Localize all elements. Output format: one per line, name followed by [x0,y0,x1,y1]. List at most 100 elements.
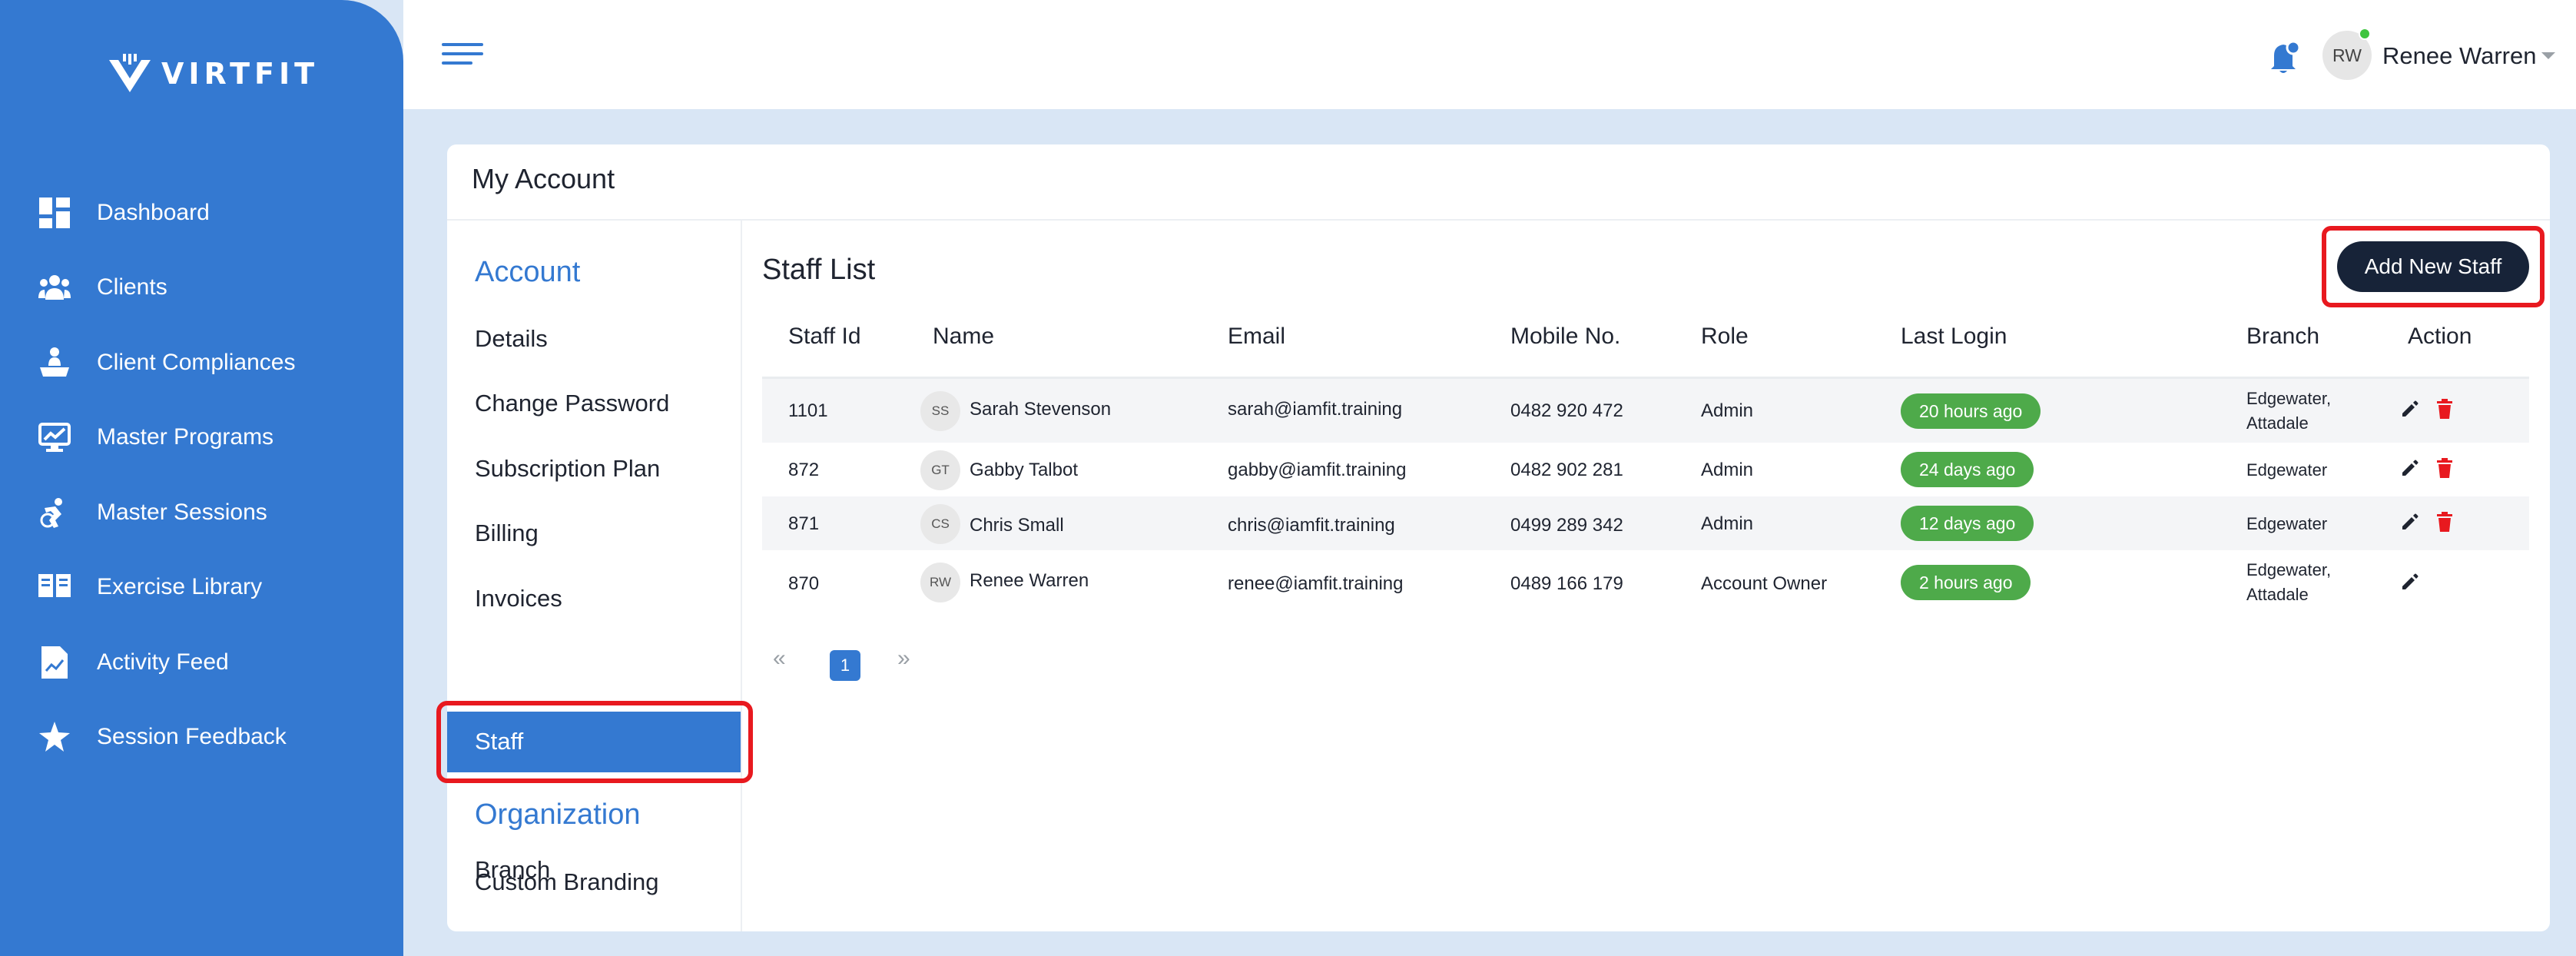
sessions-icon [38,496,71,529]
virtfit-logo[interactable]: VIRTFIT [108,52,319,95]
dashboard-icon [38,197,71,229]
page-title: My Account [472,163,615,194]
staff-name: Chris Small [970,515,1064,536]
staff-email: chris@iamfit.training [1228,515,1395,536]
avatar: SS [920,391,960,431]
staff-mobile: 0482 902 281 [1510,460,1623,480]
menu-item-change-password[interactable]: Change Password [475,390,669,417]
account-menu: Account Details Change Password Subscrip… [436,221,753,931]
my-account-card: My Account Account Details Change Passwo… [436,144,2550,931]
pagination-next[interactable]: » [897,646,910,672]
sidebar: VIRTFIT Dashboard Clients Client Complia… [0,0,403,956]
avatar: RW [920,563,960,602]
delete-icon[interactable] [2435,399,2457,420]
logo-mark-icon [108,54,152,94]
column-header: Action [2408,324,2472,349]
staff-role: Account Owner [1701,573,1828,594]
staff-email: renee@iamfit.training [1228,573,1404,594]
menu-item-branch[interactable]: Branch [475,856,550,884]
column-header: Staff Id [788,324,861,349]
staff-name: Gabby Talbot [970,460,1078,480]
account-section-heading: Account [475,256,581,288]
staff-email: sarah@iamfit.training [1228,399,1403,420]
table-row: 1101 SS Sarah Stevenson sarah@iamfit.tra… [762,379,2529,443]
sidebar-item-label: Master Sessions [97,499,267,525]
online-status-indicator [2359,28,2371,40]
last-login-badge: 20 hours ago [1901,393,2041,429]
table-row: 871 CS Chris Small chris@iamfit.training… [762,496,2529,550]
staff-email: gabby@iamfit.training [1228,460,1407,480]
menu-toggle-icon[interactable] [442,43,483,66]
highlight-frame [436,701,753,783]
staff-mobile: 0499 289 342 [1510,515,1623,536]
staff-mobile: 0482 920 472 [1510,400,1623,421]
sidebar-item-label: Activity Feed [97,649,229,675]
sidebar-nav: Dashboard Clients Client Compliances Mas… [0,175,403,775]
sidebar-item-exercise-library[interactable]: Exercise Library [0,550,403,626]
top-bar: RW Renee Warren [403,0,2576,109]
staff-role: Admin [1701,400,1754,421]
staff-list-title: Staff List [762,254,876,286]
staff-mobile: 0489 166 179 [1510,573,1623,594]
delete-icon[interactable] [2435,512,2457,533]
staff-branch: Edgewater, Attadale [2246,387,2331,436]
table-row: 870 RW Renee Warren renee@iamfit.trainin… [762,550,2529,615]
edit-icon[interactable] [2400,458,2422,480]
pagination-page-1[interactable]: 1 [830,650,860,681]
branch-name: Edgewater, [2246,560,2332,579]
avatar: CS [920,504,960,544]
sidebar-item-label: Exercise Library [97,574,263,600]
sidebar-item-label: Client Compliances [97,349,296,375]
table-row: 872 GT Gabby Talbot gabby@iamfit.trainin… [762,443,2529,496]
chevron-down-icon[interactable] [2541,52,2555,59]
star-icon [38,721,71,753]
avatar: GT [920,450,960,490]
brand-name: VIRTFIT [161,57,320,91]
column-header: Branch [2246,324,2320,349]
sidebar-item-label: Master Programs [97,424,274,450]
organization-section-heading: Organization [475,798,641,831]
sidebar-item-label: Session Feedback [97,724,287,750]
last-login-badge: 12 days ago [1901,506,2034,541]
edit-icon[interactable] [2400,572,2422,593]
sidebar-item-master-sessions[interactable]: Master Sessions [0,475,403,550]
delete-icon[interactable] [2435,458,2457,480]
menu-item-details[interactable]: Details [475,325,548,353]
sidebar-item-activity-feed[interactable]: Activity Feed [0,625,403,700]
compliance-icon [38,347,71,379]
user-name[interactable]: Renee Warren [2382,42,2536,70]
sidebar-item-client-compliances[interactable]: Client Compliances [0,325,403,400]
divider [447,219,2550,221]
notification-bell-icon[interactable] [2268,40,2302,75]
staff-role: Admin [1701,460,1754,480]
sidebar-item-clients[interactable]: Clients [0,251,403,326]
menu-item-invoices[interactable]: Invoices [475,585,562,612]
menu-item-subscription-plan[interactable]: Subscription Plan [475,455,660,483]
activity-icon [38,646,71,679]
users-icon [38,271,71,304]
edit-icon[interactable] [2400,399,2422,420]
staff-branch: Edgewater [2246,458,2327,483]
staff-id: 870 [788,573,820,594]
pagination-prev[interactable]: « [773,646,786,672]
staff-branch: Edgewater [2246,512,2327,536]
staff-id: 1101 [788,400,828,421]
branch-name: Attadale [2246,585,2309,604]
column-header: Role [1701,324,1749,349]
staff-role: Admin [1701,513,1754,534]
sidebar-item-master-programs[interactable]: Master Programs [0,400,403,476]
edit-icon[interactable] [2400,512,2422,533]
sidebar-item-dashboard[interactable]: Dashboard [0,175,403,251]
add-new-staff-button[interactable]: Add New Staff [2337,241,2529,292]
last-login-badge: 24 days ago [1901,452,2034,487]
staff-branch: Edgewater, Attadale [2246,558,2331,607]
staff-name: Sarah Stevenson [970,399,1112,420]
menu-item-billing[interactable]: Billing [475,519,539,547]
branch-name: Edgewater [2246,460,2328,480]
branch-name: Edgewater, [2246,389,2332,408]
library-icon [38,571,71,603]
staff-id: 871 [788,513,820,534]
staff-id: 872 [788,460,820,480]
staff-name: Renee Warren [970,570,1089,591]
sidebar-item-session-feedback[interactable]: Session Feedback [0,700,403,775]
